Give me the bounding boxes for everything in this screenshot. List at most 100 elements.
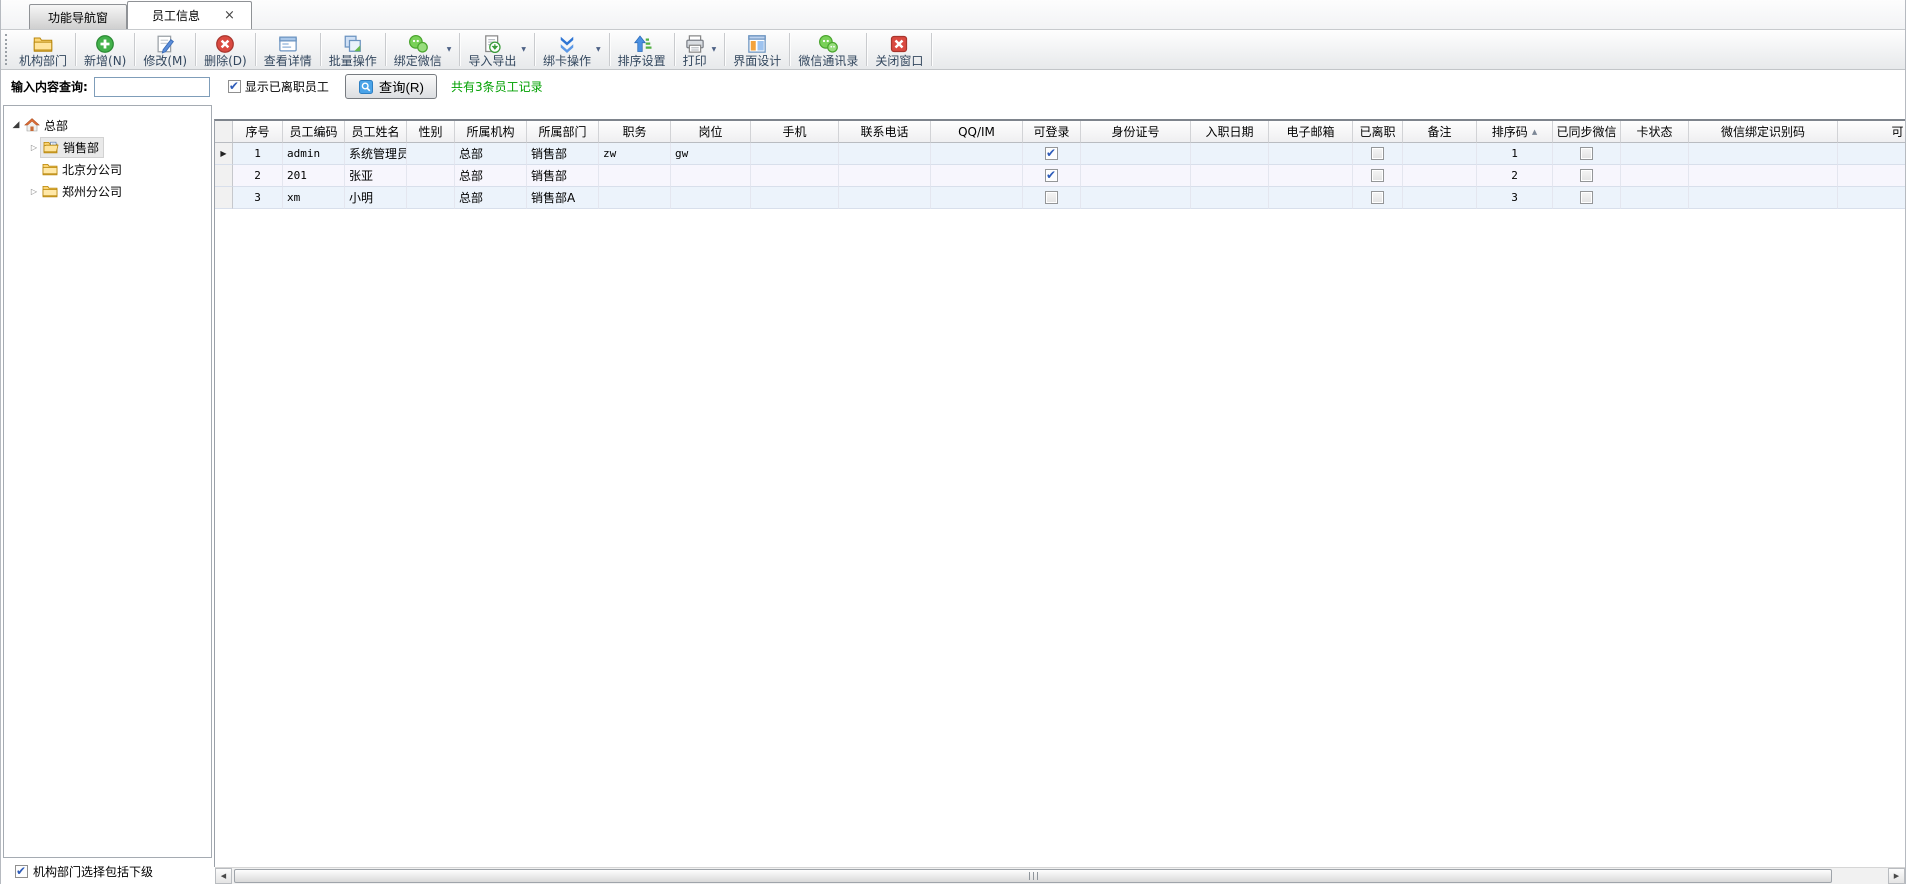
scroll-right-button[interactable]: ▶ [1888, 868, 1905, 884]
tree-item-node-1[interactable]: ▷销售部 [4, 136, 211, 158]
tree-item-root[interactable]: ◢总部 [4, 114, 211, 136]
tab-close-icon[interactable]: × [222, 9, 237, 22]
toolbar-button-sort-settings[interactable]: 排序设置 [611, 30, 673, 69]
cell-dept[interactable]: 销售部 [527, 143, 599, 165]
column-header-name[interactable]: 员工姓名 [345, 121, 407, 143]
row-indicator-cell[interactable]: ▶ [215, 143, 233, 165]
cell-phone[interactable] [839, 165, 931, 187]
toolbar-button-org-folder[interactable]: 机构部门 [12, 30, 74, 69]
column-header-wechat_bind_id[interactable]: 微信绑定识别码 [1689, 121, 1838, 143]
column-header-mobile[interactable]: 手机 [751, 121, 839, 143]
cell-email[interactable] [1269, 187, 1353, 209]
cell-sort_code[interactable]: 2 [1477, 165, 1553, 187]
include-sub-departments-checkbox[interactable]: 机构部门选择包括下级 [3, 858, 212, 884]
cell-seq[interactable]: 3 [233, 187, 283, 209]
resigned-checkbox[interactable] [1371, 191, 1384, 204]
cell-partial[interactable] [1838, 143, 1905, 165]
chevron-down-icon[interactable]: ▼ [447, 46, 452, 53]
wechat_synced-checkbox[interactable] [1580, 191, 1593, 204]
cell-id_no[interactable] [1081, 143, 1191, 165]
table-row[interactable]: 2201张亚总部销售部2 [215, 165, 1905, 187]
toolbar-button-wechat-contacts[interactable]: 微信通讯录 [791, 30, 865, 69]
column-header-gender[interactable]: 性别 [407, 121, 455, 143]
scrollbar-track[interactable] [232, 868, 1888, 884]
chevron-down-icon[interactable]: ▼ [712, 46, 717, 53]
can_login-checkbox[interactable] [1045, 147, 1058, 160]
wechat_synced-checkbox[interactable] [1580, 147, 1593, 160]
cell-name[interactable]: 系统管理员 [345, 143, 407, 165]
column-header-org[interactable]: 所属机构 [455, 121, 527, 143]
toolbar-button-print[interactable]: 打印▼ [676, 30, 724, 69]
cell-wechat_synced[interactable] [1553, 143, 1621, 165]
column-header-email[interactable]: 电子邮箱 [1269, 121, 1353, 143]
cell-wechat_bind_id[interactable] [1689, 165, 1838, 187]
checkbox-icon[interactable] [228, 80, 241, 93]
cell-name[interactable]: 张亚 [345, 165, 407, 187]
cell-can_login[interactable] [1023, 165, 1081, 187]
can_login-checkbox[interactable] [1045, 169, 1058, 182]
cell-id_no[interactable] [1081, 187, 1191, 209]
cell-qq[interactable] [931, 187, 1023, 209]
cell-hire_date[interactable] [1191, 165, 1269, 187]
cell-org[interactable]: 总部 [455, 143, 527, 165]
cell-can_login[interactable] [1023, 187, 1081, 209]
column-header-hire_date[interactable]: 入职日期 [1191, 121, 1269, 143]
cell-resigned[interactable] [1353, 187, 1403, 209]
tree-expander-icon[interactable]: ▷ [28, 187, 40, 196]
resigned-checkbox[interactable] [1371, 147, 1384, 160]
cell-partial[interactable] [1838, 187, 1905, 209]
tree-item-node-2[interactable]: 北京分公司 [4, 158, 211, 180]
show-resigned-checkbox[interactable]: 显示已离职员工 [228, 78, 329, 95]
column-header-partial[interactable]: 可 [1838, 121, 1905, 143]
resigned-checkbox[interactable] [1371, 169, 1384, 182]
cell-resigned[interactable] [1353, 165, 1403, 187]
cell-sort_code[interactable]: 1 [1477, 143, 1553, 165]
toolbar-button-close-window[interactable]: 关闭窗口 [868, 30, 930, 69]
toolbar-grip-handle[interactable] [5, 34, 10, 65]
cell-remark[interactable] [1403, 187, 1477, 209]
cell-seq[interactable]: 2 [233, 165, 283, 187]
row-indicator-cell[interactable] [215, 187, 233, 209]
cell-card_status[interactable] [1621, 165, 1689, 187]
cell-code[interactable]: admin [283, 143, 345, 165]
tree-expander-icon[interactable]: ▷ [28, 143, 40, 152]
cell-wechat_synced[interactable] [1553, 165, 1621, 187]
column-header-remark[interactable]: 备注 [1403, 121, 1477, 143]
column-header-resigned[interactable]: 已离职 [1353, 121, 1403, 143]
cell-mobile[interactable] [751, 143, 839, 165]
cell-card_status[interactable] [1621, 143, 1689, 165]
cell-mobile[interactable] [751, 165, 839, 187]
cell-code[interactable]: xm [283, 187, 345, 209]
cell-name[interactable]: 小明 [345, 187, 407, 209]
cell-post[interactable]: gw [671, 143, 751, 165]
cell-post[interactable] [671, 187, 751, 209]
cell-card_status[interactable] [1621, 187, 1689, 209]
cell-gender[interactable] [407, 143, 455, 165]
table-row[interactable]: 3xm小明总部销售部A3 [215, 187, 1905, 209]
cell-qq[interactable] [931, 165, 1023, 187]
cell-post[interactable] [671, 165, 751, 187]
column-header-phone[interactable]: 联系电话 [839, 121, 931, 143]
row-indicator-cell[interactable] [215, 165, 233, 187]
cell-dept[interactable]: 销售部 [527, 165, 599, 187]
column-header-can_login[interactable]: 可登录 [1023, 121, 1081, 143]
cell-seq[interactable]: 1 [233, 143, 283, 165]
chevron-down-icon[interactable]: ▼ [521, 46, 526, 53]
cell-remark[interactable] [1403, 143, 1477, 165]
cell-wechat_bind_id[interactable] [1689, 143, 1838, 165]
toolbar-button-ui-design[interactable]: 界面设计 [726, 30, 788, 69]
cell-remark[interactable] [1403, 165, 1477, 187]
column-header-duty[interactable]: 职务 [599, 121, 671, 143]
cell-phone[interactable] [839, 187, 931, 209]
toolbar-button-add[interactable]: 新增(N) [77, 30, 133, 69]
cell-id_no[interactable] [1081, 165, 1191, 187]
tab-function-nav[interactable]: 功能导航窗 [29, 4, 127, 29]
cell-mobile[interactable] [751, 187, 839, 209]
cell-hire_date[interactable] [1191, 187, 1269, 209]
column-header-card_status[interactable]: 卡状态 [1621, 121, 1689, 143]
query-button[interactable]: 查询(R) [345, 74, 437, 99]
cell-gender[interactable] [407, 165, 455, 187]
cell-duty[interactable] [599, 187, 671, 209]
cell-gender[interactable] [407, 187, 455, 209]
wechat_synced-checkbox[interactable] [1580, 169, 1593, 182]
